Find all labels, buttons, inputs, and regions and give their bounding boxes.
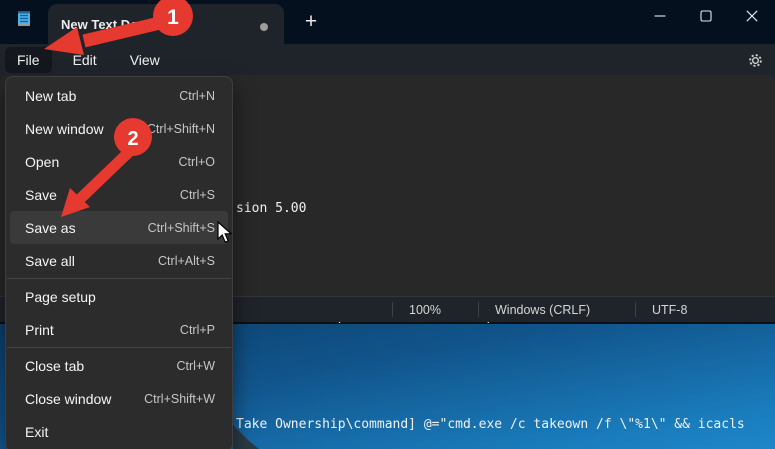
minimize-button[interactable] [637,0,683,32]
menu-item-shortcut: Ctrl+Alt+S [158,254,215,268]
menu-separator [7,347,231,348]
menu-edit[interactable]: Edit [61,47,109,73]
menu-item-print[interactable]: Print Ctrl+P [10,313,228,346]
menu-item-close-tab[interactable]: Close tab Ctrl+W [10,349,228,382]
menu-item-shortcut: Ctrl+Shift+W [144,392,215,406]
menu-item-save-all[interactable]: Save all Ctrl+Alt+S [10,244,228,277]
editor-line [236,254,745,272]
tab-title: New Text Docume [61,17,172,32]
window-controls [637,0,775,32]
menu-item-shortcut: Ctrl+N [179,89,215,103]
gear-icon [747,52,764,69]
menu-item-shortcut: Ctrl+W [176,359,215,373]
settings-button[interactable] [744,49,766,71]
notepad-app-icon [16,9,32,33]
tab-new-text-document[interactable]: New Text Docume [48,4,284,44]
screen: New Text Docume + [0,0,775,449]
editor-line: sion 5.00 [236,200,745,218]
plus-icon: + [305,10,317,34]
zoom-level: 100% [392,302,478,317]
menu-item-close-window[interactable]: Close window Ctrl+Shift+W [10,382,228,415]
menu-item-open[interactable]: Open Ctrl+O [10,145,228,178]
minimize-icon [654,10,666,22]
line-ending-indicator: Windows (CRLF) [478,302,635,317]
close-button[interactable] [729,0,775,32]
menu-item-save[interactable]: Save Ctrl+S [10,178,228,211]
menu-item-page-setup[interactable]: Page setup [10,280,228,313]
encoding-indicator: UTF-8 [635,302,775,317]
menu-item-label: Save as [25,220,76,236]
new-tab-button[interactable]: + [296,6,326,38]
menu-item-label: Exit [25,424,48,440]
menu-item-shortcut: Ctrl+P [180,323,215,337]
menu-bar: File Edit View [0,44,775,75]
menu-item-shortcut: Ctrl+S [180,188,215,202]
menu-file[interactable]: File [5,47,52,73]
menu-item-label: Save all [25,253,75,269]
file-menu-dropdown: New tab Ctrl+N New window Ctrl+Shift+N O… [5,76,233,449]
editor-line [236,362,745,380]
menu-item-shortcut: Ctrl+O [179,155,215,169]
menu-item-label: Page setup [25,289,96,305]
menu-item-shortcut: Ctrl+Shift+S [148,221,215,235]
menu-item-label: New tab [25,88,76,104]
menu-item-save-as[interactable]: Save as Ctrl+Shift+S [10,211,228,244]
menu-view[interactable]: View [118,47,172,73]
maximize-icon [700,10,712,22]
menu-item-exit[interactable]: Exit [10,415,228,448]
close-icon [746,10,758,22]
menu-item-new-window[interactable]: New window Ctrl+Shift+N [10,112,228,145]
menu-item-label: Close tab [25,358,84,374]
menu-item-shortcut: Ctrl+Shift+N [147,122,215,136]
menu-separator [7,278,231,279]
menu-item-label: Open [25,154,59,170]
title-bar: New Text Docume + [0,0,775,44]
menu-item-label: Print [25,322,54,338]
menu-item-label: Save [25,187,57,203]
menu-item-label: New window [25,121,104,137]
menu-item-new-tab[interactable]: New tab Ctrl+N [10,79,228,112]
maximize-button[interactable] [683,0,729,32]
unsaved-dot-icon [260,23,268,31]
editor-line: Take Ownership\command] @="cmd.exe /c ta… [236,416,745,434]
menu-item-label: Close window [25,391,111,407]
